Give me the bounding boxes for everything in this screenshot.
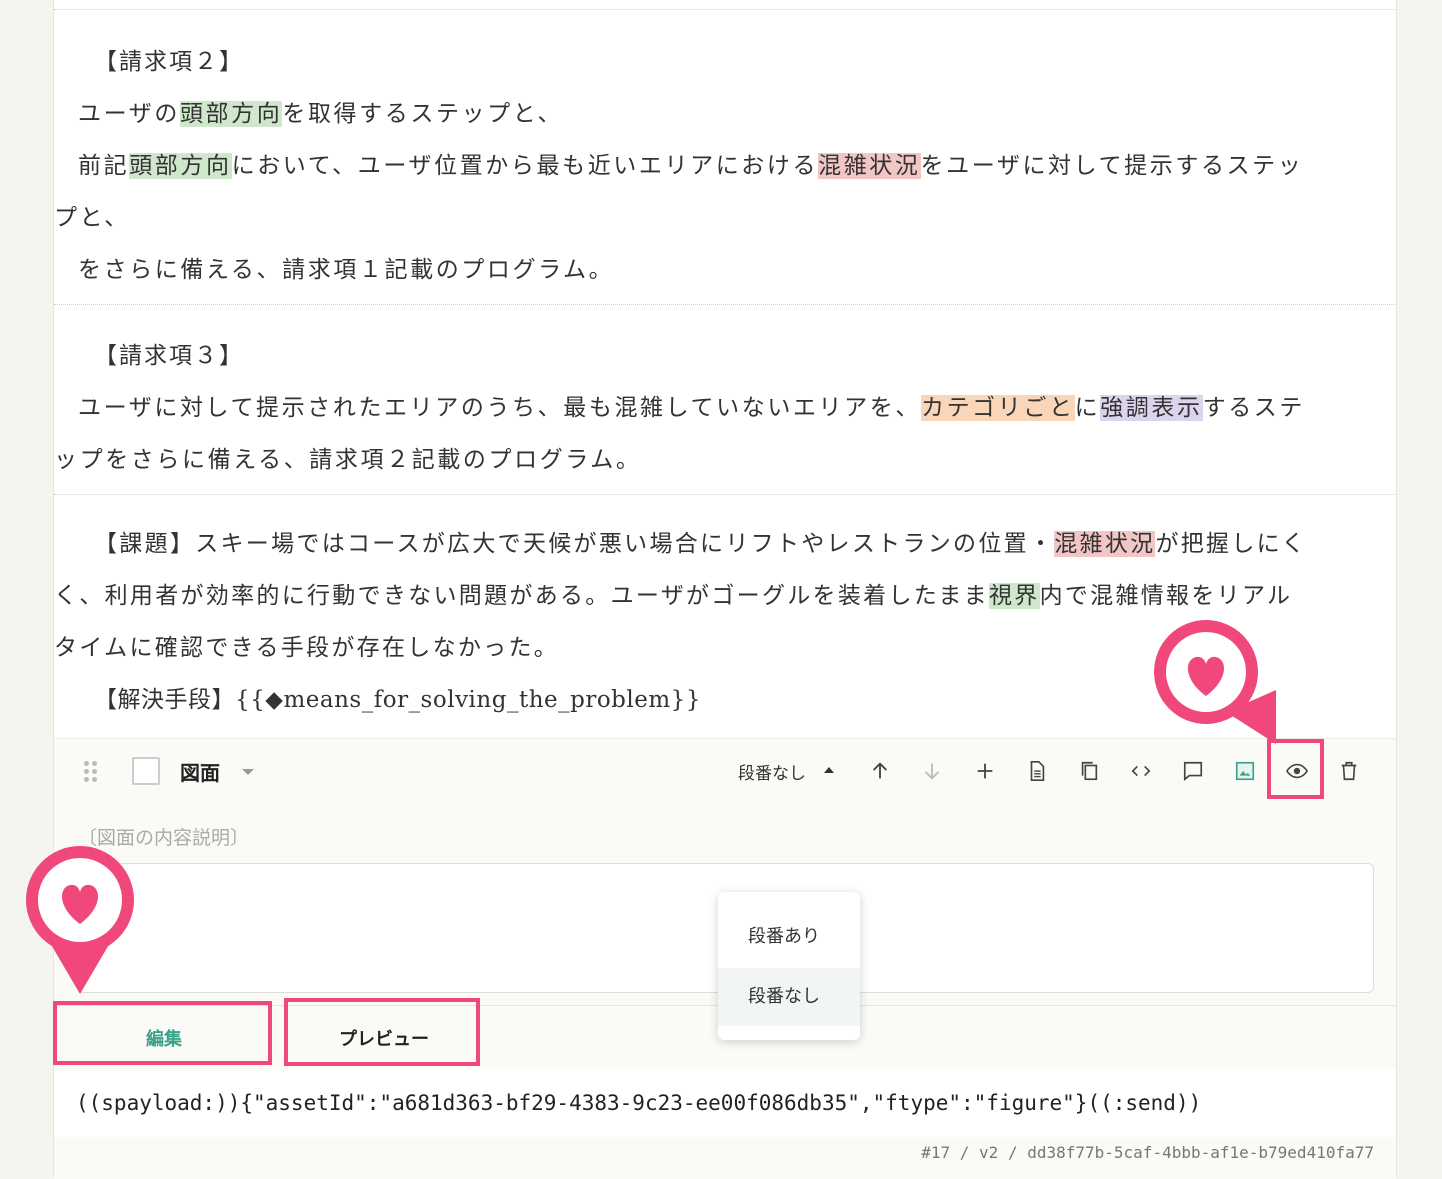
numbering-dropdown[interactable]: 段番なし <box>738 759 806 784</box>
image-icon[interactable] <box>1231 757 1259 785</box>
chevron-up-icon[interactable] <box>824 767 834 773</box>
highlight-term: 頭部方向 <box>129 153 232 179</box>
claim-line: ップをさらに備える、請求項２記載のプログラム。 <box>54 447 642 473</box>
claim-line: 前記頭部方向において、ユーザ位置から最も近いエリアにおける混雑状況をユーザに対し… <box>78 153 1304 179</box>
numbering-menu: 段番あり 段番なし <box>718 892 860 1040</box>
claim-heading: 【請求項３】 <box>94 343 244 369</box>
document-icon[interactable] <box>1023 757 1051 785</box>
block-meta: #17 / v2 / dd38f77b-5caf-4bbb-af1e-b79ed… <box>921 1143 1374 1162</box>
highlight-box-preview-tab <box>284 998 480 1066</box>
menu-item-numbering-off[interactable]: 段番なし <box>718 968 860 1026</box>
block-type-label[interactable]: 図面 <box>180 757 220 786</box>
highlight-term: 強調表示 <box>1100 395 1203 421</box>
highlight-term: 頭部方向 <box>179 101 283 127</box>
block-toolbar: 図面 段番なし <box>54 739 1396 803</box>
claim-line: ユーザに対して提示されたエリアのうち、最も混雑していないエリアを、カテゴリごとに… <box>78 395 1305 421</box>
menu-item-numbering-on[interactable]: 段番あり <box>718 908 860 966</box>
heart-pin-marker-icon <box>1154 620 1276 744</box>
highlight-term: 視界 <box>988 583 1040 609</box>
heart-pin-marker-icon <box>26 846 134 994</box>
claim-line: ユーザの頭部方向を取得するステップと、 <box>78 101 564 127</box>
plus-icon[interactable] <box>971 757 999 785</box>
highlight-box-eye <box>1267 739 1324 799</box>
highlight-box-edit-tab <box>53 1001 272 1065</box>
highlight-term: 混雑状況 <box>818 153 921 179</box>
abstract-line: 【課題】スキー場ではコースが広大で天候が悪い場合にリフトやレストランの位置・混雑… <box>94 531 1307 557</box>
highlight-term: カテゴリごと <box>920 395 1075 421</box>
chevron-down-icon[interactable] <box>242 769 254 775</box>
claim-heading: 【請求項２】 <box>94 49 244 75</box>
claim-block-2[interactable]: 【請求項２】 ユーザの頭部方向を取得するステップと、 前記頭部方向において、ユー… <box>54 36 1396 305</box>
claim-line: プと、 <box>54 205 130 231</box>
drag-handle-icon[interactable] <box>84 761 98 783</box>
payload-text[interactable]: ((spayload:)){"assetId":"a681d363-bf29-4… <box>54 1069 1396 1137</box>
arrow-up-icon[interactable] <box>866 757 894 785</box>
claim-line: をさらに備える、請求項１記載のプログラム。 <box>78 257 615 283</box>
copy-icon[interactable] <box>1075 757 1103 785</box>
highlight-term: 混雑状況 <box>1054 531 1156 557</box>
block-select-checkbox[interactable] <box>132 757 160 785</box>
code-icon[interactable] <box>1127 757 1155 785</box>
abstract-line: く、利用者が効率的に行動できない問題がある。ユーザがゴーグルを装着したまま視界内… <box>54 583 1293 609</box>
claim-block-3[interactable]: 【請求項３】 ユーザに対して提示されたエリアのうち、最も混雑していないエリアを、… <box>54 330 1396 495</box>
comment-icon[interactable] <box>1179 757 1207 785</box>
arrow-down-icon[interactable] <box>918 757 946 785</box>
trash-icon[interactable] <box>1335 757 1363 785</box>
divider <box>54 9 1396 10</box>
